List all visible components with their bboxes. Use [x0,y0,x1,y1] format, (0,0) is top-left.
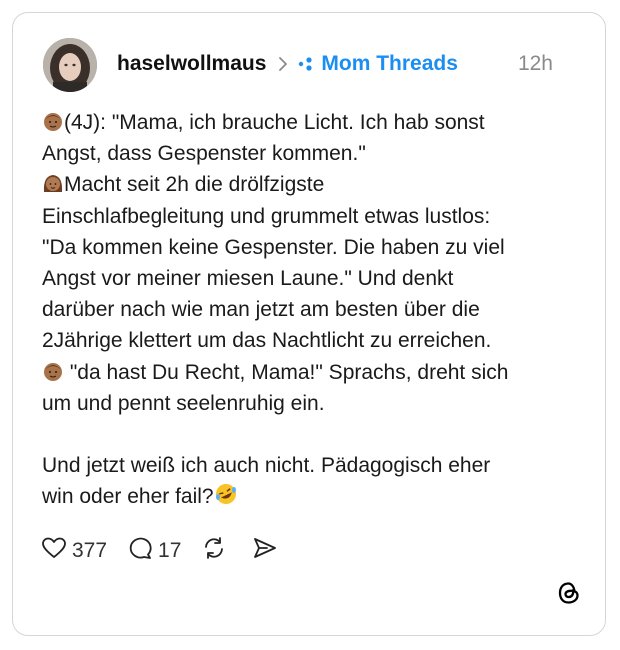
share-button[interactable] [252,536,283,566]
comment-icon [127,536,158,566]
text-line-5: "Da kommen keine Gespenster. Die haben z… [42,235,505,259]
topic-link[interactable]: Mom Threads [321,52,458,76]
post-time: 12h [517,52,553,75]
threads-logo-icon [557,580,581,611]
text-line-3: Macht seit 2h die drölfzigste [64,173,325,197]
heart-icon [41,536,72,566]
text-line: (4J): "Mama, ich brauche Licht. Ich hab … [42,107,582,138]
boy-face-emoji [42,110,64,141]
avatar[interactable] [43,38,97,92]
repost-icon [201,536,232,566]
text-line-7: darüber nach wie man jetzt am besten übe… [42,298,480,322]
text-line-4: Einschlafbegleitung und grummelt etwas l… [42,204,491,228]
text-line: win oder eher fail? [42,481,582,512]
repost-button[interactable] [201,536,232,566]
woman-face-emoji [42,172,64,203]
reply-button[interactable]: 17 [127,536,181,566]
text-line-8: 2Jährige klettert um das Nachtlicht zu e… [42,329,492,353]
rofl-emoji [214,482,238,515]
like-button[interactable]: 377 [41,536,107,566]
chevron-right-icon [278,57,288,71]
post-header: haselwollmaus Mom Threads [117,49,458,79]
text-line-10: um und pennt seelenruhig ein. [42,391,325,415]
topic-dots-icon [298,57,314,71]
text-line-1: (4J): "Mama, ich brauche Licht. Ich hab … [64,111,485,134]
post-card: haselwollmaus Mom Threads 12h (4J): "Mam… [12,12,606,636]
text-line: Macht seit 2h die drölfzigste [42,169,582,200]
text-line-11: Und jetzt weiß ich auch nicht. Pädagogis… [42,454,491,478]
send-icon [252,536,283,566]
post-text: (4J): "Mama, ich brauche Licht. Ich hab … [42,107,582,512]
boy-face-emoji [42,360,64,391]
like-count: 377 [72,539,108,562]
text-line-2: Angst, dass Gespenster kommen." [42,142,366,166]
text-line-9: "da hast Du Recht, Mama!" Sprachs, dreht… [64,360,509,384]
text-line-12: win oder eher fail? [42,485,214,509]
action-bar: 377 17 [41,537,303,565]
username[interactable]: haselwollmaus [117,52,266,76]
reply-count: 17 [158,539,182,562]
text-line-6: Angst vor meiner miesen Laune." Und denk… [42,266,454,290]
text-line: "da hast Du Recht, Mama!" Sprachs, dreht… [42,357,582,388]
